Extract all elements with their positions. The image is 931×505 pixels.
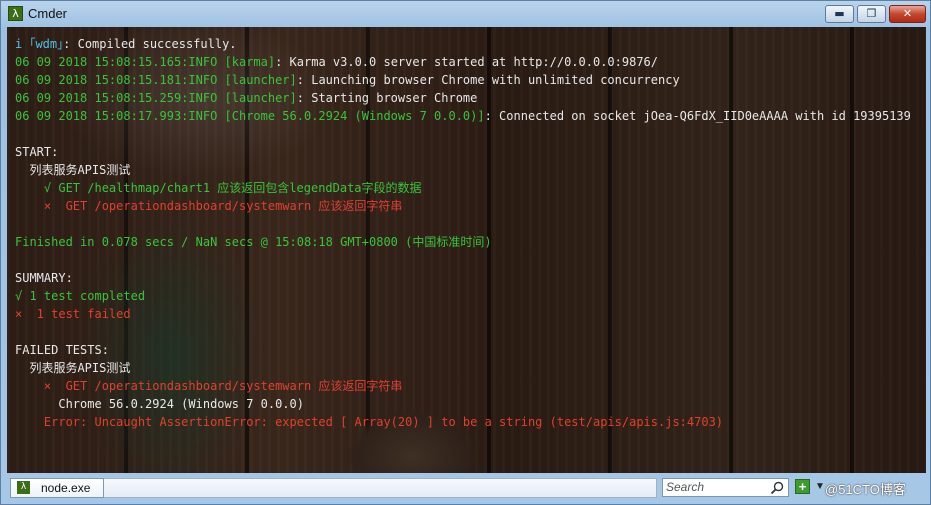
console-text: 06 09 2018 15:08:15.165:INFO [karma] — [15, 55, 276, 69]
console-line: Chrome 56.0.2924 (Windows 7 0.0.0) — [15, 395, 911, 413]
console-text: START: — [15, 145, 59, 159]
title-bar[interactable]: λ Cmder ▬ ❐ ✕ — [1, 1, 930, 27]
console-text: 06 09 2018 15:08:15.259:INFO [launcher] — [15, 91, 297, 105]
lambda-app-icon: λ — [8, 6, 23, 21]
console-line: FAILED TESTS: — [15, 341, 911, 359]
console-text: : Launching browser Chrome with unlimite… — [296, 73, 680, 87]
console-text: 列表服务APIS测试 — [15, 361, 131, 375]
console-text: Chrome 56.0.2924 (Windows 7 0.0.0) — [15, 397, 304, 411]
lambda-icon: λ — [17, 481, 30, 494]
console-line: Finished in 0.078 secs / NaN secs @ 15:0… — [15, 233, 911, 251]
console-text: × GET /operationdashboard/systemwarn 应该返… — [15, 379, 403, 393]
console-text: Error: Uncaught AssertionError: expected… — [15, 415, 724, 429]
console-text: SUMMARY: — [15, 271, 73, 285]
tab-bar: λ node.exe Search + ▼ @51CTO博客 — [7, 475, 926, 501]
search-input[interactable]: Search — [662, 478, 789, 497]
new-tab-dropdown-icon[interactable]: ▼ — [815, 481, 825, 492]
console-line: × 1 test failed — [15, 305, 911, 323]
maximize-button[interactable]: ❐ — [857, 5, 886, 23]
tab-label: node.exe — [41, 481, 91, 495]
console-line: Error: Uncaught AssertionError: expected… — [15, 413, 911, 431]
search-placeholder: Search — [666, 480, 705, 494]
console-text: 列表服务APIS测试 — [15, 163, 131, 177]
console-output: i ｢wdm｣: Compiled successfully. 06 09 201… — [15, 35, 911, 431]
console-line: × GET /operationdashboard/systemwarn 应该返… — [15, 197, 911, 215]
console-line: 06 09 2018 15:08:17.993:INFO [Chrome 56.… — [15, 107, 911, 125]
console-line: × GET /operationdashboard/systemwarn 应该返… — [15, 377, 911, 395]
close-button[interactable]: ✕ — [889, 5, 926, 23]
console-line: 06 09 2018 15:08:15.165:INFO [karma]: Ka… — [15, 53, 911, 71]
terminal-console[interactable]: i ｢wdm｣: Compiled successfully. 06 09 201… — [7, 27, 926, 473]
console-line: START: — [15, 143, 911, 161]
console-text: × 1 test failed — [15, 307, 131, 321]
console-text: √ GET /healthmap/chart1 应该返回包含legendData… — [15, 181, 422, 195]
console-text: 06 09 2018 15:08:15.181:INFO [launcher] — [15, 73, 297, 87]
console-line: √ GET /healthmap/chart1 应该返回包含legendData… — [15, 179, 911, 197]
console-line: i ｢wdm｣: Compiled successfully. — [15, 35, 911, 53]
watermark-text: @51CTO博客 — [825, 482, 906, 497]
console-text: × GET /operationdashboard/systemwarn 应该返… — [15, 199, 403, 213]
console-text: : Compiled successfully. — [63, 37, 237, 51]
console-line: 06 09 2018 15:08:15.259:INFO [launcher]:… — [15, 89, 911, 107]
console-text: : Karma v3.0.0 server started at http://… — [275, 55, 658, 69]
console-line: 列表服务APIS测试 — [15, 359, 911, 377]
console-text: FAILED TESTS: — [15, 343, 109, 357]
window-title: Cmder — [28, 6, 68, 21]
console-line: 06 09 2018 15:08:15.181:INFO [launcher]:… — [15, 71, 911, 89]
new-tab-button[interactable]: + — [795, 479, 810, 494]
console-text: i — [15, 37, 30, 51]
console-line: SUMMARY: — [15, 269, 911, 287]
console-text: ｢wdm｣ — [29, 37, 64, 51]
console-text: √ 1 test completed — [15, 289, 146, 303]
console-text: : Starting browser Chrome — [296, 91, 478, 105]
cmder-window: λ Cmder ▬ ❐ ✕ i ｢wdm｣: Compiled successf… — [0, 0, 931, 505]
console-text: Finished in 0.078 secs / NaN secs @ 15:0… — [15, 235, 492, 249]
minimize-button[interactable]: ▬ — [825, 5, 854, 23]
console-line: 列表服务APIS测试 — [15, 161, 911, 179]
tab-node-exe[interactable]: λ node.exe — [10, 478, 104, 498]
console-line: √ 1 test completed — [15, 287, 911, 305]
search-icon[interactable] — [770, 481, 784, 495]
console-text: : Connected on socket jOea-Q6FdX_IID0eAA… — [484, 109, 911, 123]
console-text: 06 09 2018 15:08:17.993:INFO [Chrome 56.… — [15, 109, 485, 123]
tab-strip — [104, 478, 657, 498]
